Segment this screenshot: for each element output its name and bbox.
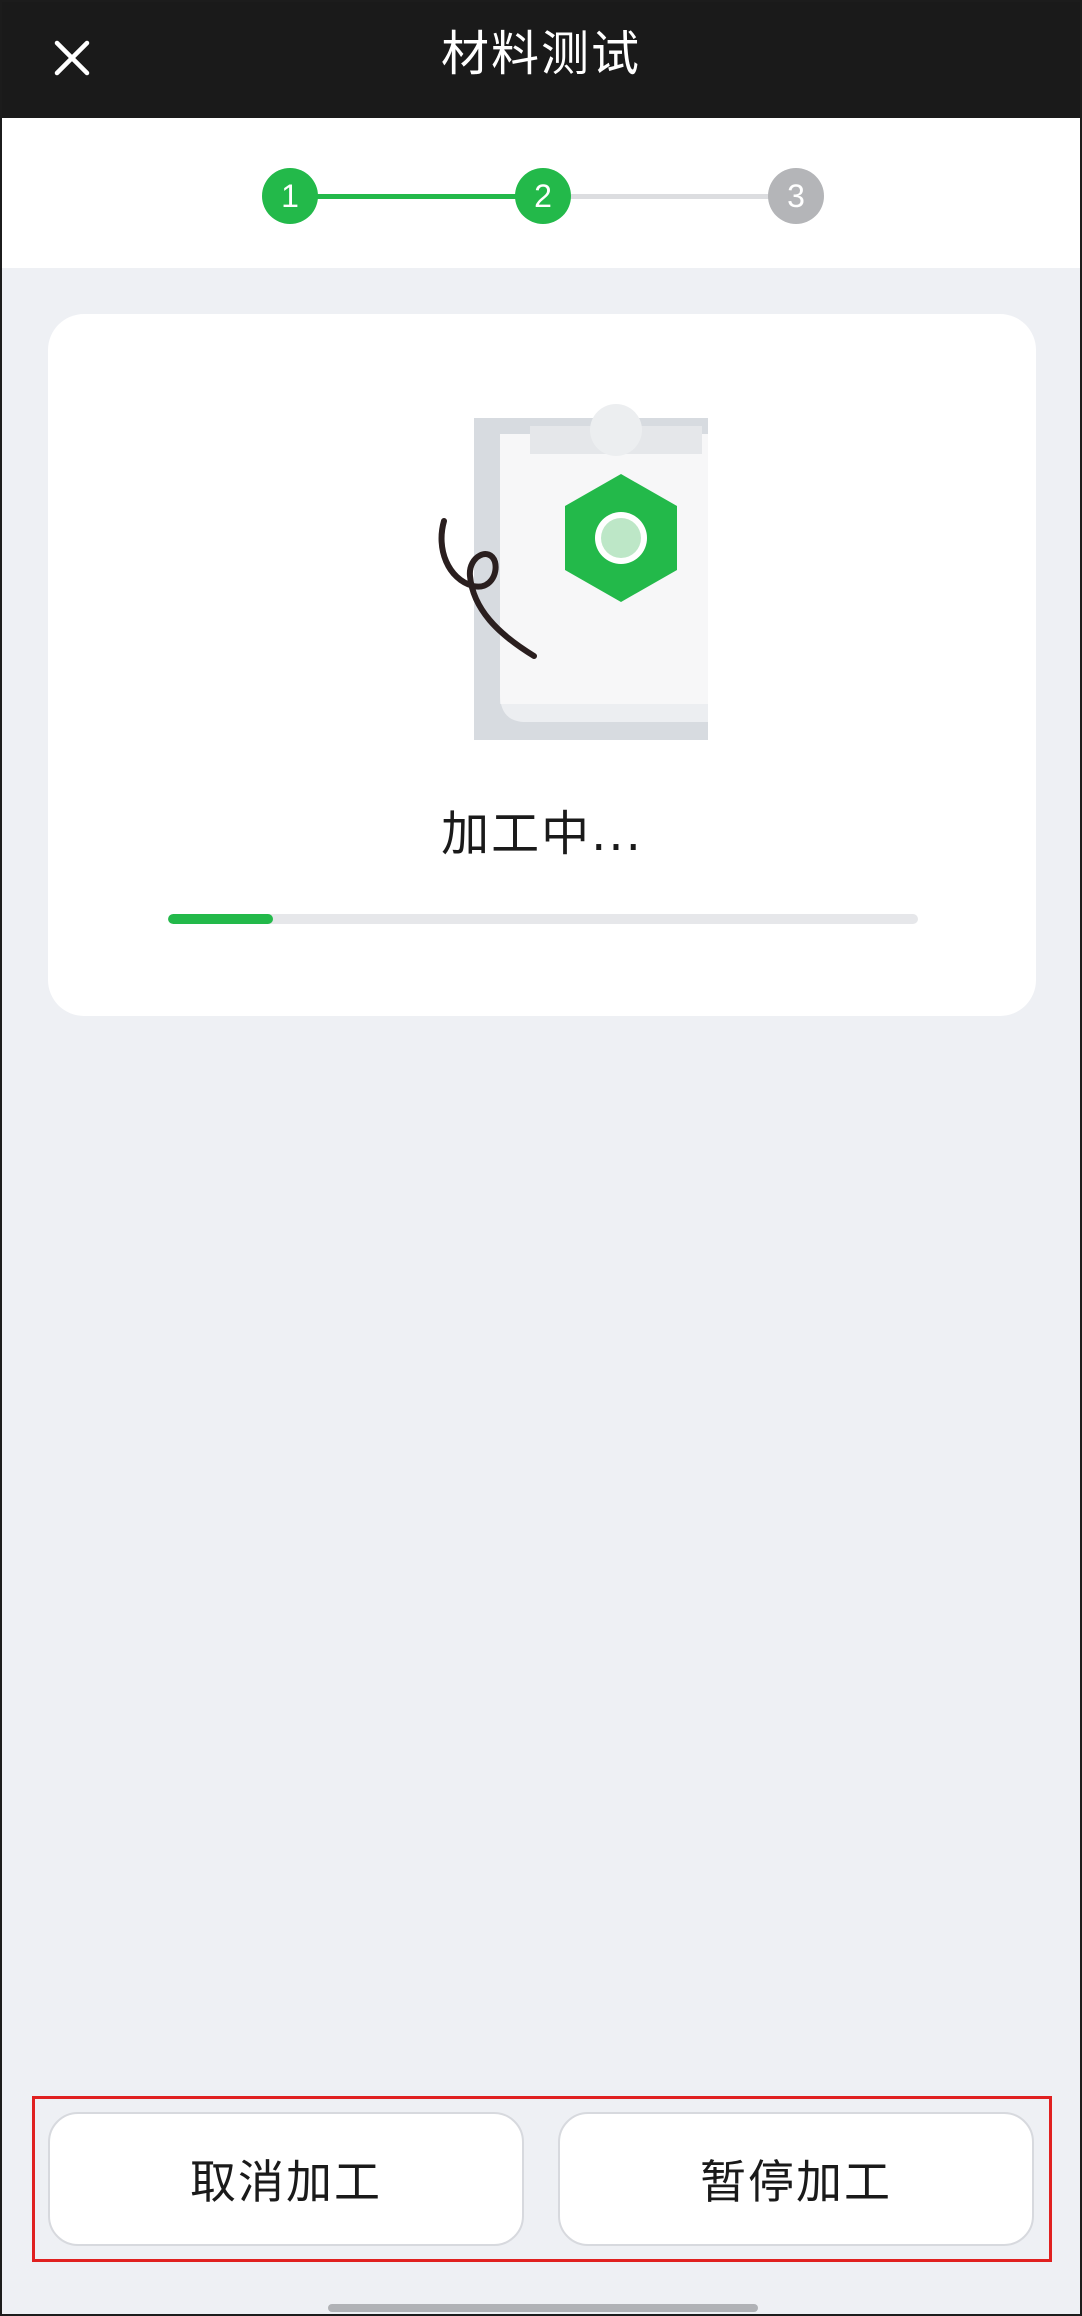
progress-bar [168,914,918,924]
step-indicator: 1 2 3 [2,118,1080,268]
step-1-circle: 1 [262,168,318,224]
page-title: 材料测试 [440,26,641,82]
top-bar: 材料测试 [2,2,1080,118]
step-2-label: 2 [534,177,552,214]
home-indicator [328,2304,758,2312]
step-connector-2 [543,194,796,199]
cancel-processing-button[interactable]: 取消加工 [48,2112,524,2246]
progress-bar-fill [168,914,273,924]
step-3-circle: 3 [768,168,824,224]
pause-processing-label: 暂停加工 [700,2155,892,2209]
processing-card: 加工中... [48,314,1036,1016]
step-1-label: 1 [281,177,299,214]
cancel-processing-label: 取消加工 [190,2155,382,2209]
clipboard-hexagon-illustration [378,404,758,768]
processing-status-text: 加工中... [441,806,643,862]
pause-processing-button[interactable]: 暂停加工 [558,2112,1034,2246]
step-3-label: 3 [787,177,805,214]
step-2-circle: 2 [515,168,571,224]
step-connector-1 [290,194,543,199]
